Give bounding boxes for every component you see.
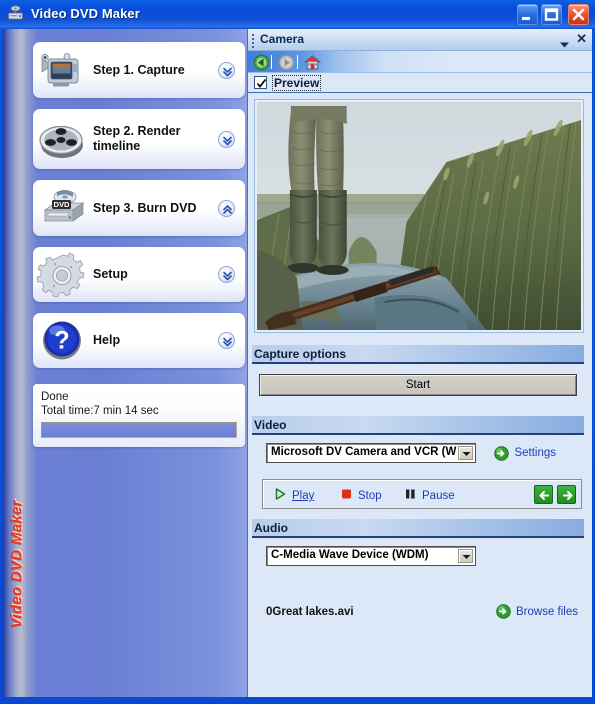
sidebar-item-label: Help [93, 333, 121, 347]
status-state: Done [41, 391, 69, 403]
current-file-name: 0Great lakes.avi [266, 606, 354, 618]
pause-button[interactable]: Pause [405, 487, 455, 505]
maximize-button[interactable] [541, 4, 562, 25]
capture-options-body: Start [252, 374, 584, 406]
film-reel-icon [35, 111, 93, 167]
toolbar-separator [297, 55, 298, 69]
video-preview-frame [254, 99, 584, 333]
brand-vertical-text: Video DVD Maker [6, 439, 28, 689]
start-button[interactable]: Start [259, 374, 577, 396]
chevron-down-icon[interactable] [218, 61, 235, 79]
status-total-time: Total time:7 min 14 sec [41, 405, 159, 417]
audio-device-select[interactable]: C-Media Wave Device (WDM) [266, 546, 476, 566]
preview-row: Preview [248, 73, 592, 93]
panel-title: Camera [260, 32, 305, 46]
progress-bar [41, 422, 237, 438]
question-mark-icon: ? [35, 313, 93, 369]
title-bar: Video DVD Maker [0, 0, 595, 29]
audio-section-header: Audio [252, 519, 584, 538]
stop-button[interactable]: Stop [341, 487, 382, 505]
chevron-down-icon[interactable] [218, 332, 235, 349]
sidebar-item-setup[interactable]: Setup [33, 247, 245, 302]
previous-button[interactable] [534, 485, 553, 504]
pause-bars-icon [405, 487, 416, 505]
sidebar-item-step-3-burn-dvd[interactable]: DVD Step 3. Burn DVD [33, 180, 245, 236]
play-label: Play [292, 490, 315, 502]
play-triangle-icon [275, 487, 286, 505]
stop-label: Stop [358, 490, 382, 502]
app-window: Video DVD Maker Video DVD Maker Step 1. … [0, 0, 595, 704]
minimize-button[interactable] [517, 4, 538, 25]
sidebar-item-step-2-render-timeline[interactable]: Step 2. Render timeline [33, 109, 245, 169]
home-icon[interactable] [303, 54, 322, 71]
app-icon [6, 4, 25, 23]
video-device-value: Microsoft DV Camera and VCR (W [271, 446, 457, 458]
status-panel: Done Total time:7 min 14 sec [33, 384, 245, 447]
gear-icon [35, 247, 93, 303]
section-title: Capture options [254, 347, 346, 361]
audio-section-body: C-Media Wave Device (WDM) [252, 538, 584, 574]
sidebar-item-help[interactable]: ? Help [33, 313, 245, 368]
section-title: Audio [254, 521, 288, 535]
audio-device-value: C-Media Wave Device (WDM) [271, 549, 429, 561]
chevron-down-icon[interactable] [458, 446, 473, 460]
capture-options-header: Capture options [252, 345, 584, 364]
sidebar: Video DVD Maker Step 1. Capture Step 2. … [3, 29, 247, 697]
forward-icon [278, 54, 295, 71]
window-bottom-border [0, 697, 595, 704]
preview-label: Preview [272, 75, 322, 91]
settings-label: Settings [514, 447, 557, 459]
preview-checkbox[interactable] [254, 76, 267, 89]
chevron-down-icon[interactable] [458, 549, 473, 563]
video-section-body: Microsoft DV Camera and VCR (W Settings [252, 435, 584, 469]
svg-text:DVD: DVD [53, 200, 70, 209]
section-title: Video [254, 418, 287, 432]
drag-grip-icon[interactable] [252, 34, 255, 48]
camera-panel: Camera ✕ Preview Capture options Start V… [247, 29, 592, 697]
video-device-select[interactable]: Microsoft DV Camera and VCR (W [266, 443, 476, 463]
sidebar-item-label: Step 3. Burn DVD [93, 200, 197, 215]
dvd-drive-icon: DVD [35, 180, 93, 236]
chevron-up-icon[interactable] [218, 199, 235, 217]
transport-controls: Play Stop Pause [262, 479, 582, 509]
next-button[interactable] [557, 485, 576, 504]
video-preview-image[interactable] [257, 102, 581, 330]
progress-bar-fill [42, 423, 236, 437]
camcorder-icon [35, 42, 93, 98]
browse-files-link[interactable]: Browse files [496, 604, 578, 619]
svg-text:?: ? [54, 326, 69, 354]
navigation-toolbar [248, 51, 592, 73]
window-title: Video DVD Maker [31, 6, 140, 21]
pause-label: Pause [422, 490, 455, 502]
chevron-down-icon[interactable] [218, 266, 235, 283]
play-button[interactable]: Play [275, 487, 314, 505]
close-icon[interactable]: ✕ [576, 32, 587, 46]
steps-list: Step 1. Capture Step 2. Render timeline … [33, 42, 245, 379]
close-button[interactable] [568, 4, 589, 25]
sidebar-item-label: Step 1. Capture [93, 62, 185, 77]
sidebar-item-label: Step 2. Render timeline [93, 124, 181, 153]
sidebar-item-label: Setup [93, 267, 128, 281]
settings-link[interactable]: Settings [494, 445, 557, 461]
browse-files-label: Browse files [516, 605, 578, 618]
green-arrow-circle-icon [496, 604, 511, 619]
chevron-down-icon[interactable] [218, 130, 235, 148]
file-row: 0Great lakes.avi Browse files [252, 596, 584, 630]
camera-panel-header: Camera ✕ [248, 29, 592, 51]
back-icon[interactable] [253, 54, 270, 71]
toolbar-separator [271, 55, 272, 69]
video-section-header: Video [252, 416, 584, 435]
green-arrow-circle-icon [494, 445, 510, 461]
brand-label: Video DVD Maker [8, 499, 26, 629]
stop-square-icon [341, 487, 352, 505]
sidebar-item-step-1-capture[interactable]: Step 1. Capture [33, 42, 245, 98]
